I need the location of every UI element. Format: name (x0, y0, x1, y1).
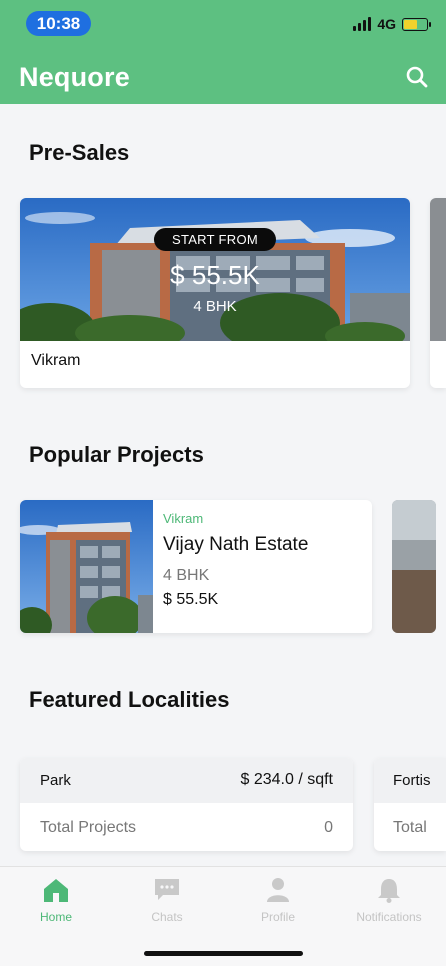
status-indicators: 4G (353, 16, 431, 32)
presale-card[interactable]: START FROM $ 55.5K 4 BHK Vikram (20, 198, 410, 388)
popular-title: Popular Projects (29, 442, 204, 467)
locality-next-name: Fortis (393, 772, 431, 789)
bell-icon (378, 879, 400, 903)
nav-home-label: Home (39, 910, 72, 924)
home-indicator[interactable] (144, 951, 303, 956)
nav-profile[interactable]: Profile (228, 877, 328, 924)
localities-title: Featured Localities (29, 687, 230, 712)
project-image (20, 500, 153, 633)
home-icon (44, 879, 68, 902)
status-time: 10:38 (26, 11, 91, 36)
profile-icon (267, 878, 289, 902)
nav-chats-label: Chats (151, 910, 183, 924)
start-from-badge: START FROM (153, 228, 277, 251)
locality-rate: $ 234.0 / sqft (240, 771, 333, 788)
project-next-image (392, 500, 436, 633)
locality-name: Park (40, 772, 71, 789)
project-bhk: 4 BHK (163, 567, 210, 584)
presale-card-next[interactable] (430, 198, 446, 388)
nav-profile-label: Profile (260, 910, 295, 924)
nav-notifications-label: Notifications (356, 910, 422, 924)
locality-projects-label: Total Projects (40, 819, 137, 836)
locality-card[interactable]: Park $ 234.0 / sqft Total Projects 0 (20, 758, 353, 851)
chat-icon (155, 879, 179, 900)
battery-icon (402, 17, 431, 31)
project-card-next[interactable] (392, 500, 436, 633)
presale-price: $ 55.5K (170, 260, 260, 290)
locality-card-next[interactable]: Fortis Total (374, 758, 446, 851)
project-name: Vijay Nath Estate (163, 534, 309, 555)
presale-name: Vikram (31, 352, 81, 369)
nav-chats[interactable]: Chats (117, 877, 217, 924)
nav-notifications[interactable]: Notifications (339, 877, 439, 924)
presales-title: Pre-Sales (29, 140, 130, 165)
presale-next-image (430, 198, 446, 341)
app-header: 10:38 4G Nequore (0, 0, 446, 104)
app-title: Nequore (19, 62, 130, 92)
nav-home[interactable]: Home (6, 877, 106, 924)
project-card[interactable]: Vikram Vijay Nath Estate 4 BHK $ 55.5K (20, 500, 372, 633)
locality-projects-count: 0 (324, 819, 333, 836)
presale-bhk: 4 BHK (193, 298, 237, 315)
project-price: $ 55.5K (163, 591, 219, 608)
locality-next-label: Total (393, 819, 427, 836)
project-locality: Vikram (163, 511, 204, 526)
signal-icon (353, 17, 372, 31)
search-icon[interactable] (404, 64, 430, 90)
network-type: 4G (377, 16, 396, 32)
